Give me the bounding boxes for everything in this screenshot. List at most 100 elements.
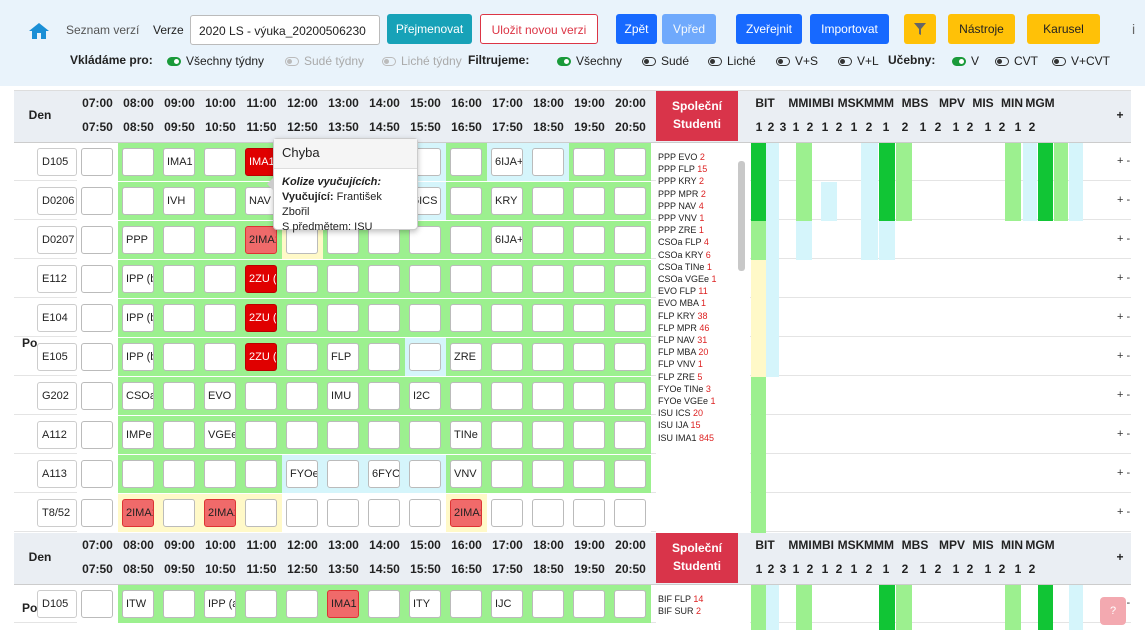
lesson-input[interactable] [327,304,359,332]
lesson-input[interactable]: IMA1 [327,590,359,618]
import-button[interactable]: Importovat [810,14,889,44]
lesson-input[interactable] [122,460,154,488]
lesson-input[interactable] [204,343,236,371]
row-add-remove-button[interactable]: + - [1117,428,1130,440]
lesson-input[interactable]: IPP (b [122,343,154,371]
lesson-input[interactable] [286,304,318,332]
lesson-input[interactable] [614,499,646,527]
lesson-input[interactable] [532,148,564,176]
help-button[interactable]: ? [1100,597,1126,625]
lesson-input[interactable] [532,460,564,488]
lesson-input[interactable] [327,499,359,527]
lesson-input[interactable] [327,265,359,293]
lesson-input[interactable] [614,382,646,410]
room-input[interactable]: E112 [37,265,77,293]
lesson-input[interactable]: ITY [409,590,441,618]
carousel-button[interactable]: Karusel [1027,14,1100,44]
lesson-input[interactable] [532,499,564,527]
lesson-input[interactable] [204,187,236,215]
lesson-input[interactable] [368,421,400,449]
lesson-input[interactable] [409,265,441,293]
lesson-input[interactable]: IJC [491,590,523,618]
lesson-input[interactable] [573,460,605,488]
lesson-input[interactable] [163,304,195,332]
lesson-input[interactable]: KRY [491,187,523,215]
lesson-input[interactable] [614,460,646,488]
lesson-input[interactable] [573,226,605,254]
lesson-input[interactable]: ITW [122,590,154,618]
lesson-input[interactable] [245,499,277,527]
lesson-input[interactable] [450,590,482,618]
version-input[interactable]: 2020 LS - výuka_20200506230 [190,15,380,45]
forward-button[interactable]: Vpřed [662,14,716,44]
rooms-cvt-radio[interactable]: CVT [995,54,1038,68]
lesson-input[interactable] [450,226,482,254]
lesson-input[interactable] [122,148,154,176]
lesson-input[interactable] [532,421,564,449]
lesson-input[interactable]: 2ZU (a [245,265,277,293]
lesson-input[interactable] [163,226,195,254]
lesson-input[interactable] [204,460,236,488]
lesson-input[interactable] [573,499,605,527]
rename-button[interactable]: Přejmenovat [387,14,472,44]
lesson-input[interactable] [81,304,113,332]
lesson-input[interactable]: 2IMA1 [245,226,277,254]
lesson-input[interactable] [573,590,605,618]
lesson-input[interactable] [81,590,113,618]
lesson-input[interactable] [573,187,605,215]
lesson-input[interactable] [573,421,605,449]
lesson-input[interactable] [450,382,482,410]
lesson-input[interactable] [409,304,441,332]
publish-button[interactable]: Zveřejnit [736,14,802,44]
lesson-input[interactable] [532,265,564,293]
filter-even-radio[interactable]: Sudé [642,54,689,68]
room-input[interactable]: T8/52 [37,499,77,527]
lesson-input[interactable]: FLP [327,343,359,371]
lesson-input[interactable] [573,148,605,176]
lesson-input[interactable] [204,265,236,293]
add-column-button[interactable]: + [1113,108,1127,122]
lesson-input[interactable]: IPP (b [122,265,154,293]
lesson-input[interactable]: IMA1 [163,148,195,176]
lesson-input[interactable] [409,343,441,371]
lesson-input[interactable] [573,382,605,410]
lesson-input[interactable] [614,226,646,254]
lesson-input[interactable]: IPP (a [204,590,236,618]
lesson-input[interactable] [81,421,113,449]
room-input[interactable]: D105 [37,590,77,618]
lesson-input[interactable] [368,382,400,410]
lesson-input[interactable]: 6FYOe [368,460,400,488]
lesson-input[interactable]: 2IMA1 [450,499,482,527]
lesson-input[interactable]: IPP (b [122,304,154,332]
lesson-input[interactable] [409,421,441,449]
lesson-input[interactable]: 2IMA1 [122,499,154,527]
insert-odd-weeks-radio[interactable]: Liché týdny [382,54,462,68]
lesson-input[interactable]: 2ZU (a [245,304,277,332]
room-input[interactable]: D0206 [37,187,77,215]
lesson-input[interactable] [491,499,523,527]
lesson-input[interactable] [450,304,482,332]
lesson-input[interactable]: ZRE [450,343,482,371]
row-add-remove-button[interactable]: + - [1117,233,1130,245]
lesson-input[interactable] [81,343,113,371]
info-icon[interactable]: i [1132,21,1135,37]
lesson-input[interactable] [614,187,646,215]
lesson-input[interactable] [532,382,564,410]
lesson-input[interactable] [204,226,236,254]
lesson-input[interactable] [245,382,277,410]
lesson-input[interactable] [81,187,113,215]
lesson-input[interactable] [532,590,564,618]
lesson-input[interactable]: IMPe [122,421,154,449]
lesson-input[interactable] [81,226,113,254]
lesson-input[interactable]: 2ZU (a [245,343,277,371]
row-add-remove-button[interactable]: + - [1117,467,1130,479]
filter-odd-radio[interactable]: Liché [708,54,756,68]
lesson-input[interactable]: IMU [327,382,359,410]
row-add-remove-button[interactable]: + - [1117,311,1130,323]
lesson-input[interactable] [614,590,646,618]
lesson-input[interactable] [163,343,195,371]
lesson-input[interactable] [245,590,277,618]
lesson-input[interactable]: CSOa [122,382,154,410]
filter-all-radio[interactable]: Všechny [557,54,622,68]
back-button[interactable]: Zpět [616,14,657,44]
